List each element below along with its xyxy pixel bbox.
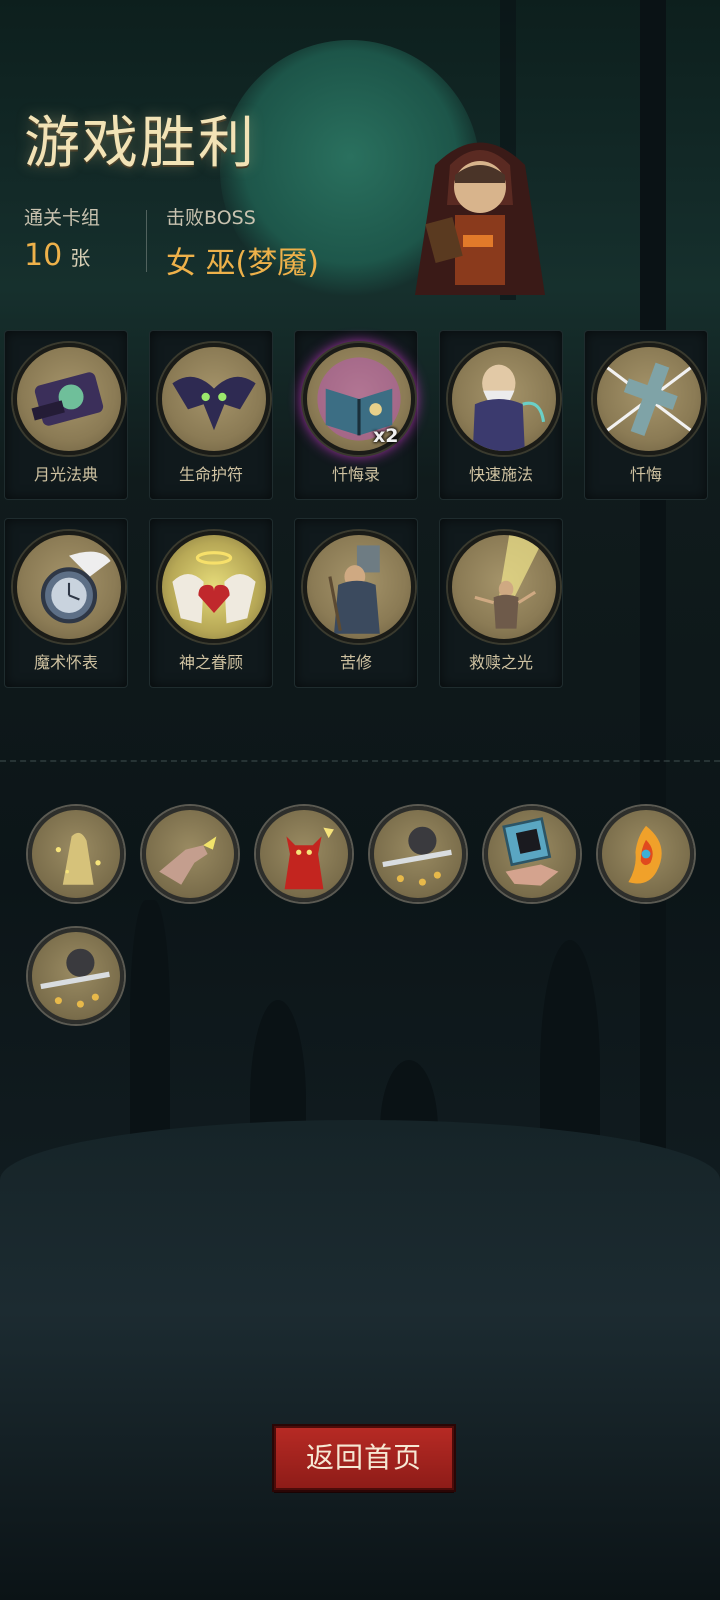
deck-count-row: 10 张 [24, 238, 100, 273]
boss-label: 击败BOSS [166, 207, 256, 229]
deck-stat: 通关卡组 10 张 [24, 203, 100, 273]
wizard-cast-icon [448, 343, 560, 455]
card-item[interactable]: 魔术怀表 [4, 518, 128, 688]
phoenix-feather-relic-icon[interactable] [598, 806, 694, 902]
pocket-watch-icon [13, 531, 125, 643]
redemption-light-icon [448, 531, 560, 643]
deck-unit: 张 [70, 246, 91, 270]
red-demon-relic-icon[interactable] [256, 806, 352, 902]
count-badge: x2 [373, 425, 399, 447]
card-label: 月光法典 [33, 465, 98, 484]
boss-stat: 击败BOSS 女 巫(梦魇) [166, 203, 319, 282]
repent-cross-icon [593, 343, 705, 455]
deck-label: 通关卡组 [24, 207, 101, 229]
angel-heart-icon [158, 531, 270, 643]
ascetic-monk-icon [303, 531, 415, 643]
stat-separator [146, 210, 147, 272]
bat-amulet-icon [158, 343, 270, 455]
card-item[interactable]: x2 忏悔录 [294, 330, 418, 500]
coin-sword-relic-icon[interactable] [370, 806, 466, 902]
card-item[interactable]: 生命护符 [149, 330, 273, 500]
deck-count: 10 [24, 238, 63, 273]
victory-title: 游戏胜利 [24, 111, 256, 176]
card-item[interactable]: 月光法典 [4, 330, 128, 500]
hooded-hero-figure [415, 142, 545, 295]
card-label: 神之眷顾 [178, 653, 243, 672]
grasping-hand-relic-icon[interactable] [142, 806, 238, 902]
moonlight-codex-icon [13, 343, 125, 455]
card-item[interactable]: 忏悔 [584, 330, 708, 500]
boss-name: 女 巫(梦魇) [166, 246, 319, 281]
card-item[interactable]: 苦修 [294, 518, 418, 688]
card-label: 生命护符 [178, 465, 243, 484]
card-item[interactable]: 神之眷顾 [149, 518, 273, 688]
ground-background [0, 1120, 720, 1600]
card-hand-relic-icon[interactable] [484, 806, 580, 902]
card-label: 忏悔 [629, 465, 662, 484]
golden-statue-relic-icon[interactable] [28, 806, 124, 902]
section-divider [0, 760, 720, 762]
return-home-button[interactable]: 返回首页 [274, 1426, 454, 1490]
card-label: 忏悔录 [331, 465, 380, 484]
card-label: 苦修 [339, 653, 372, 672]
card-item[interactable]: 快速施法 [439, 330, 563, 500]
card-item[interactable]: 救赎之光 [439, 518, 563, 688]
card-label: 魔术怀表 [33, 653, 98, 672]
card-label: 快速施法 [468, 465, 533, 484]
card-label: 救赎之光 [468, 653, 533, 672]
coin-sword-relic-icon[interactable] [28, 928, 124, 1024]
tree-silhouette [640, 0, 666, 1200]
